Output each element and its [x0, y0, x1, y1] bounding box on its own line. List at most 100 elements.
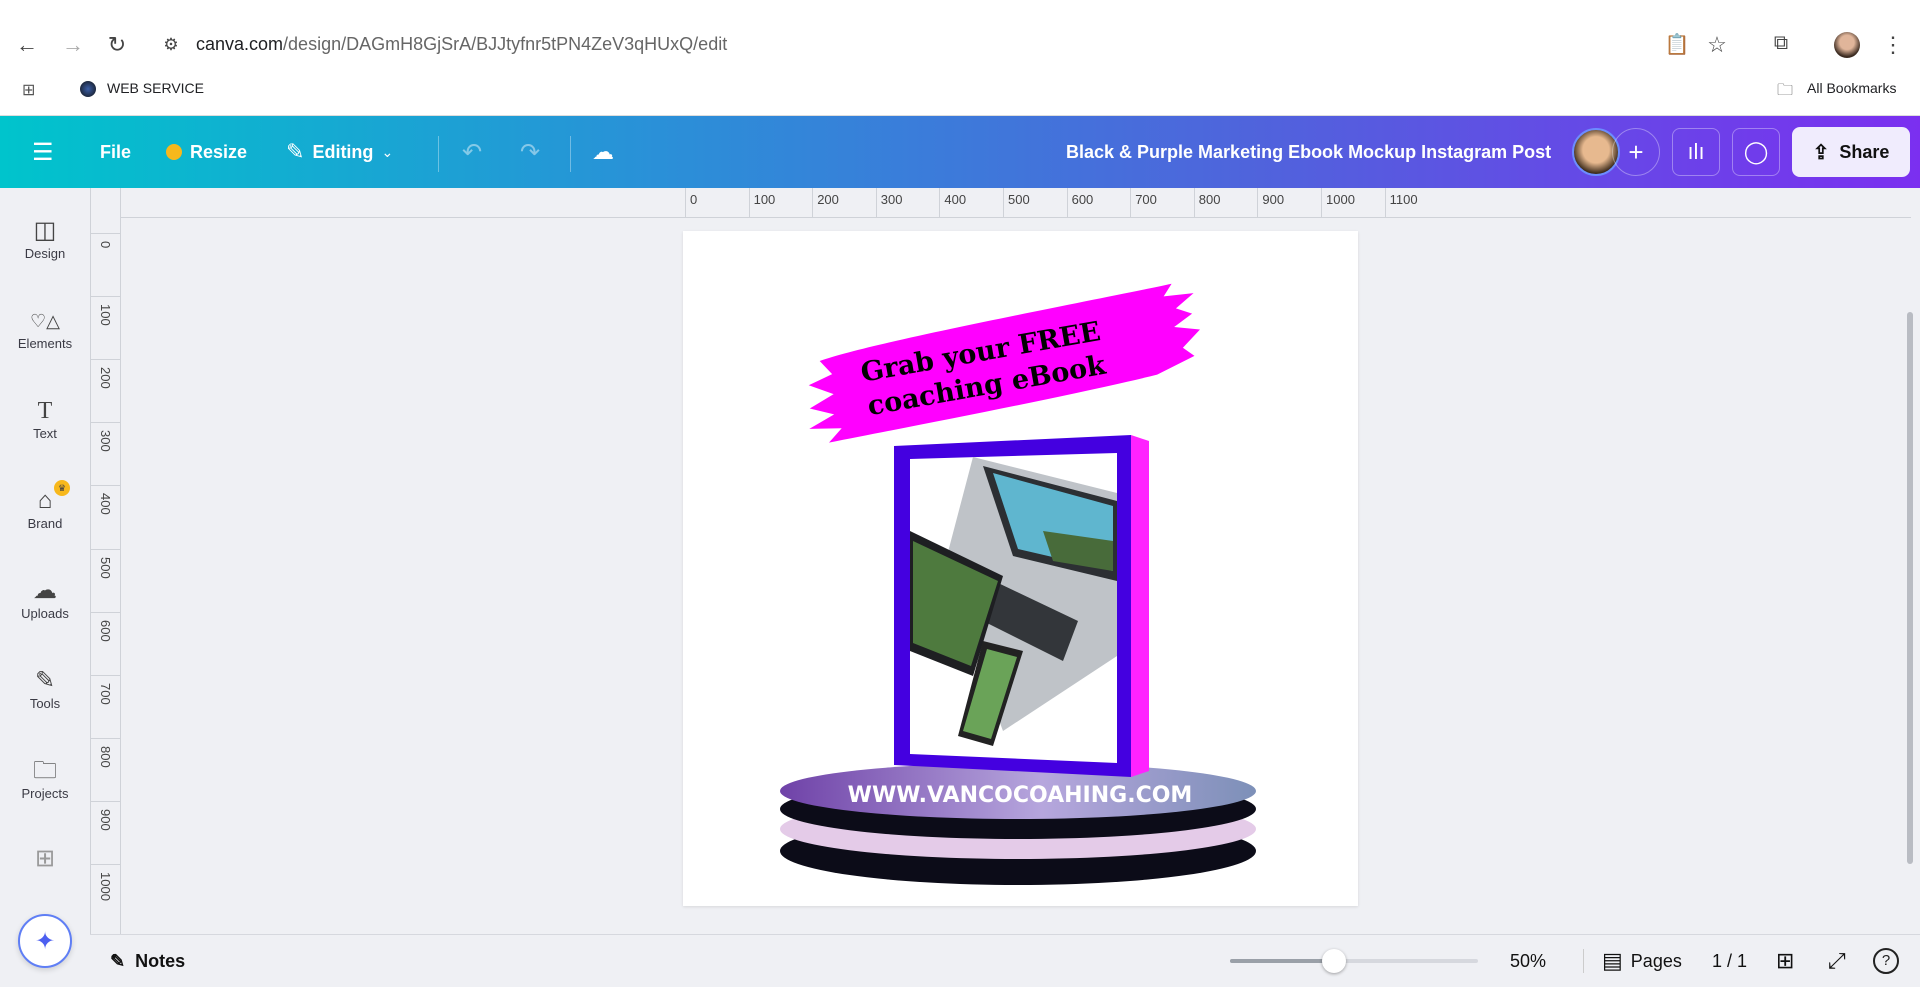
- apps-button[interactable]: ⊞: [0, 844, 90, 874]
- ruler-tick-label: 0: [98, 241, 113, 249]
- ruler-tick: [685, 188, 686, 218]
- back-icon[interactable]: ←: [14, 32, 40, 58]
- brand-icon: ⌂: [37, 487, 53, 514]
- ruler-tick-label: 1000: [98, 872, 113, 901]
- ruler-tick-label: 1000: [1326, 192, 1355, 207]
- sidebar-item-projects[interactable]: 🗀 Projects: [0, 756, 90, 801]
- design-icon: ◫: [33, 217, 57, 244]
- ruler-tick: [1193, 188, 1195, 218]
- vertical-scrollbar[interactable]: [1907, 312, 1913, 864]
- ruler-tick-label: 900: [98, 808, 113, 831]
- ruler-tick-label: 1100: [1389, 192, 1418, 207]
- notes-button[interactable]: ✎ Notes: [110, 935, 185, 987]
- extensions-icon[interactable]: ⧉: [1768, 32, 1794, 55]
- apps-icon[interactable]: ⊞: [22, 80, 35, 100]
- undo-icon[interactable]: ↶: [462, 116, 482, 188]
- sidebar-item-elements[interactable]: ♡△ Elements: [0, 306, 90, 351]
- url-path: /design/DAGmH8GjSrA/BJJtyfnr5tPN4ZeV3qHU…: [283, 34, 728, 54]
- design-artwork: Grab your FREE coaching eBook WWW.VANCOC…: [780, 283, 1256, 885]
- ruler-tick-label: 400: [98, 493, 113, 516]
- help-icon[interactable]: ?: [1873, 948, 1899, 974]
- clipboard-icon[interactable]: 📋: [1664, 32, 1690, 57]
- profile-avatar[interactable]: [1834, 32, 1860, 58]
- ruler-tick-label: 300: [98, 430, 113, 452]
- insights-icon[interactable]: ılı: [1672, 128, 1720, 176]
- brush-banner: Grab your FREE coaching eBook: [808, 283, 1200, 443]
- cloud-saved-icon[interactable]: ☁: [592, 116, 614, 188]
- pages-label: Pages: [1630, 950, 1682, 971]
- add-collaborator-button[interactable]: +: [1612, 128, 1660, 176]
- sidebar-item-label: Brand: [27, 516, 63, 531]
- editing-mode-dropdown[interactable]: ✎ Editing ⌄: [286, 116, 393, 188]
- elements-icon: ♡△: [30, 311, 60, 331]
- ruler-tick: [91, 359, 121, 361]
- resize-label: Resize: [190, 141, 248, 162]
- share-label: Share: [1839, 141, 1890, 162]
- ruler-tick-label: 200: [817, 192, 839, 207]
- fullscreen-icon[interactable]: ⤢: [1828, 935, 1846, 987]
- ruler-tick: [812, 188, 814, 218]
- ruler-tick-label: 700: [1135, 192, 1157, 207]
- left-sidebar: ◫ Design ♡△ Elements T Text ⌂ Brand ♛ ☁ Upload…: [0, 188, 90, 968]
- bookmark-web-service[interactable]: WEB SERVICE: [107, 80, 204, 96]
- address-bar[interactable]: canva.com/design/DAGmH8GjSrA/BJJtyfnr5tP…: [196, 34, 727, 55]
- sidebar-item-label: Elements: [17, 336, 73, 351]
- upload-share-icon: ⇪: [1812, 141, 1830, 164]
- reload-icon[interactable]: ↻: [104, 32, 130, 58]
- sidebar-item-label: Text: [33, 426, 57, 441]
- sidebar-item-uploads[interactable]: ☁ Uploads: [0, 576, 90, 621]
- ruler-tick-label: 100: [753, 192, 776, 207]
- sidebar-item-design[interactable]: ◫ Design: [0, 216, 90, 261]
- sidebar-item-label: Projects: [21, 786, 69, 801]
- editor-header: ☰ File Resize ✎ Editing ⌄ ↶ ↷ ☁ Black & Pu…: [0, 116, 1920, 188]
- crown-badge-icon: ♛: [54, 480, 70, 496]
- design-title[interactable]: Black & Purple Marketing Ebook Mockup In…: [1066, 116, 1551, 188]
- main-menu-icon[interactable]: ☰: [32, 116, 54, 188]
- ruler-tick-label: 600: [98, 619, 113, 642]
- file-label: File: [100, 141, 132, 162]
- star-icon[interactable]: ☆: [1704, 32, 1730, 58]
- pages-icon: ▤: [1602, 948, 1623, 973]
- resize-button[interactable]: Resize: [166, 116, 247, 188]
- ruler-tick-label: 700: [98, 682, 113, 705]
- page-count[interactable]: 1 / 1: [1712, 935, 1747, 987]
- comment-icon[interactable]: ◯: [1732, 128, 1780, 176]
- redo-icon[interactable]: ↷: [520, 116, 540, 188]
- ruler-tick-label: 100: [98, 304, 113, 326]
- sidebar-item-tools[interactable]: ✎ Tools: [0, 666, 90, 711]
- folder-icon: 🗀: [33, 757, 57, 784]
- browser-chrome: ← → ↻ ⚙ canva.com/design/DAGmH8GjSrA/BJJ…: [0, 0, 1920, 116]
- ruler-tick-label: 300: [880, 192, 903, 207]
- file-menu[interactable]: File: [100, 116, 131, 188]
- ruler-tick-label: 500: [98, 556, 113, 579]
- magic-ai-button[interactable]: ✦: [18, 914, 72, 968]
- share-button[interactable]: ⇪ Share: [1792, 127, 1910, 177]
- sidebar-item-text[interactable]: T Text: [0, 396, 90, 441]
- ruler-tick: [1130, 188, 1132, 218]
- zoom-slider-fill: [1230, 959, 1335, 963]
- horizontal-ruler: 0 100 200 300 400 500 600 700 800 900 1000 1100: [121, 188, 1911, 218]
- zoom-value[interactable]: 50%: [1510, 935, 1546, 987]
- ruler-tick: [1257, 188, 1259, 218]
- design-page[interactable]: Grab your FREE coaching eBook WWW.VANCOC…: [683, 231, 1358, 906]
- ruler-tick: [91, 800, 121, 802]
- notes-icon: ✎: [110, 950, 126, 971]
- ebook-mockup: [894, 435, 1149, 777]
- ruler-tick-label: 800: [98, 745, 113, 768]
- divider: [1583, 949, 1584, 973]
- zoom-slider[interactable]: [1230, 949, 1478, 973]
- ruler-tick: [748, 188, 750, 218]
- ruler-tick: [91, 422, 121, 424]
- podium: [780, 763, 1256, 885]
- site-settings-icon[interactable]: ⚙: [158, 35, 184, 55]
- forward-icon[interactable]: →: [60, 32, 86, 58]
- sidebar-item-brand[interactable]: ⌂ Brand ♛: [0, 480, 90, 531]
- zoom-slider-thumb[interactable]: [1322, 949, 1347, 973]
- ruler-tick: [1066, 188, 1068, 218]
- grid-view-icon[interactable]: ⊞: [1776, 935, 1794, 987]
- pages-button[interactable]: ▤ Pages: [1602, 935, 1682, 987]
- ruler-tick-label: 200: [98, 367, 113, 389]
- ruler-tick-label: 500: [1008, 192, 1030, 207]
- all-bookmarks[interactable]: All Bookmarks: [1807, 80, 1896, 96]
- menu-icon[interactable]: ⋮: [1880, 32, 1906, 58]
